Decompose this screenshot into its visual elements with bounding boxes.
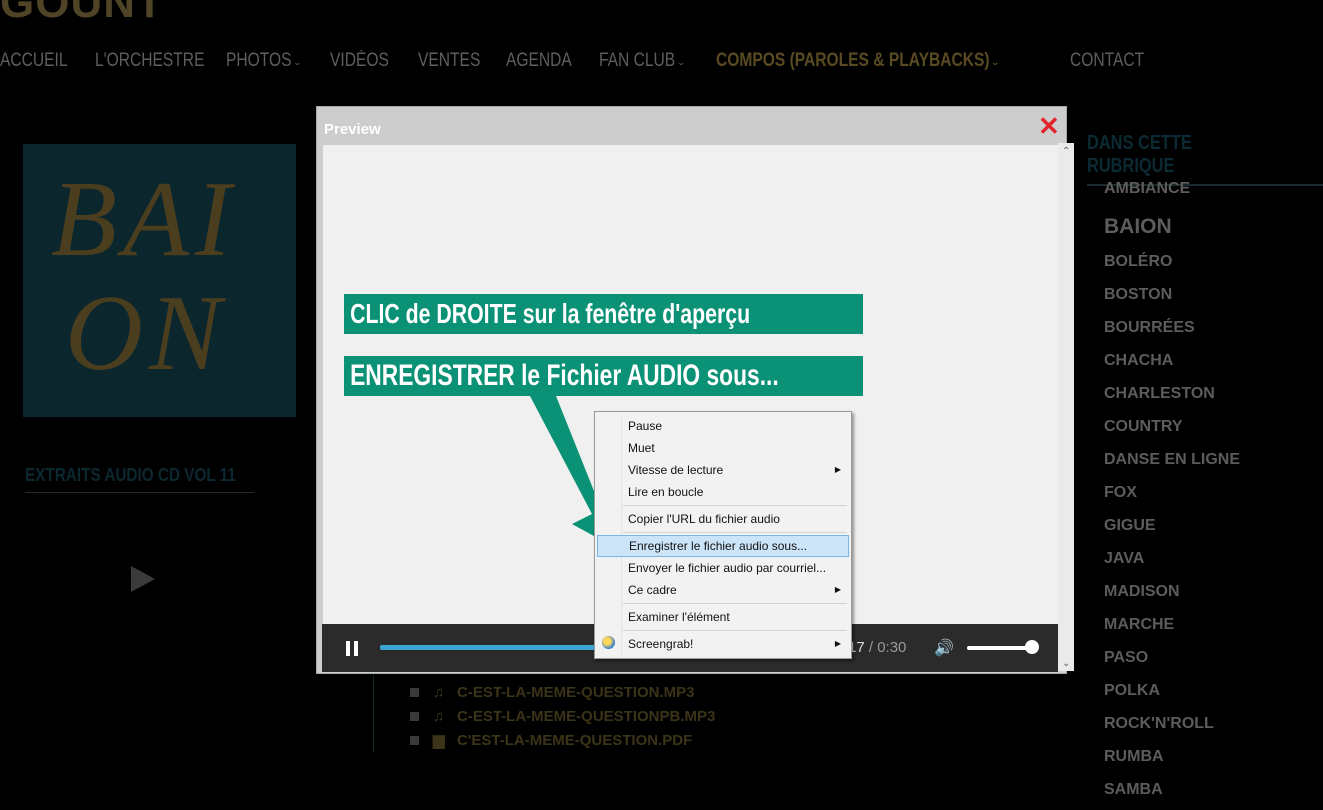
submenu-arrow-icon: ▶ <box>834 585 841 594</box>
instruction-banner-1: CLIC de DROITE sur la fenêtre d'aperçu <box>344 294 863 334</box>
nav-item-agenda[interactable]: AGENDA <box>506 50 572 72</box>
category-item[interactable]: FOX <box>1104 480 1240 513</box>
menu-item-inspect[interactable]: Examiner l'élément <box>595 606 851 628</box>
category-item[interactable]: BOLÉRO <box>1104 249 1240 282</box>
album-cover: BAI ON <box>23 144 296 417</box>
scrollbar[interactable]: ⌃ ⌄ <box>1058 143 1074 671</box>
submenu-arrow-icon: ▶ <box>834 639 841 648</box>
list-item[interactable]: ♫ C-EST-LA-MEME-QUESTION.MP3 <box>410 680 715 704</box>
progress-bar[interactable] <box>380 645 595 650</box>
menu-item-screengrab[interactable]: Screengrab! ▶ <box>595 633 851 655</box>
chevron-down-icon: ⌄ <box>293 57 302 67</box>
play-icon[interactable] <box>131 566 155 592</box>
category-item[interactable]: SAMBA <box>1104 777 1240 810</box>
nav-item-videos[interactable]: VIDÉOS <box>330 50 389 72</box>
category-item[interactable]: COUNTRY <box>1104 414 1240 447</box>
modal-title: Preview <box>324 121 381 138</box>
nav-item-contact[interactable]: CONTACT <box>1070 50 1144 72</box>
music-note-icon: ♫ <box>433 683 445 701</box>
file-link[interactable]: C'EST-LA-MEME-QUESTION.PDF <box>457 732 692 749</box>
site-logo[interactable]: GOUNT <box>0 0 164 28</box>
category-item[interactable]: PASO <box>1104 645 1240 678</box>
nav-item-fan-club[interactable]: FAN CLUB ⌄ <box>599 50 685 72</box>
category-item[interactable]: MARCHE <box>1104 612 1240 645</box>
category-item[interactable]: DANSE EN LIGNE <box>1104 447 1240 480</box>
time-display: 17 / 0:30 <box>848 639 906 656</box>
context-menu: Pause Muet Vitesse de lecture ▶ Lire en b… <box>594 411 852 659</box>
menu-separator <box>623 630 847 631</box>
close-icon[interactable]: ✕ <box>1038 113 1060 139</box>
category-item[interactable]: AMBIANCE <box>1104 176 1240 209</box>
menu-item-pause[interactable]: Pause <box>595 415 851 437</box>
nav-item-ventes[interactable]: VENTES <box>418 50 480 72</box>
file-list: ♫ C-EST-LA-MEME-QUESTION.MP3 ♫ C-EST-LA-… <box>410 680 715 752</box>
time-separator: / <box>864 639 878 656</box>
category-item[interactable]: JAVA <box>1104 546 1240 579</box>
menu-item-this-frame[interactable]: Ce cadre ▶ <box>595 579 851 601</box>
chevron-down-icon[interactable]: ⌄ <box>1062 658 1070 669</box>
nav-item-orchestre[interactable]: L'ORCHESTRE <box>95 50 204 72</box>
menu-item-email-audio[interactable]: Envoyer le fichier audio par courriel... <box>595 557 851 579</box>
file-link[interactable]: C-EST-LA-MEME-QUESTIONPB.MP3 <box>457 708 715 725</box>
volume-slider[interactable] <box>967 646 1030 650</box>
category-list: AMBIANCE BAION BOLÉRO BOSTON BOURRÉES CH… <box>1104 176 1240 810</box>
category-item[interactable]: ROCK'N'ROLL <box>1104 711 1240 744</box>
pause-icon[interactable] <box>346 641 359 656</box>
instruction-banner-2: ENREGISTRER le Fichier AUDIO sous... <box>344 356 863 396</box>
category-item[interactable]: CHARLESTON <box>1104 381 1240 414</box>
list-item[interactable]: ♫ C-EST-LA-MEME-QUESTIONPB.MP3 <box>410 704 715 728</box>
menu-item-loop[interactable]: Lire en boucle <box>595 481 851 503</box>
nav-item-accueil[interactable]: ACCUEIL <box>0 50 68 72</box>
audio-extracts-title: EXTRAITS AUDIO CD VOL 11 <box>25 465 255 493</box>
list-item[interactable]: ▆ C'EST-LA-MEME-QUESTION.PDF <box>410 728 715 752</box>
music-note-icon: ♫ <box>433 707 445 725</box>
category-item[interactable]: BOSTON <box>1104 282 1240 315</box>
bullet-icon <box>410 735 419 745</box>
pdf-icon: ▆ <box>433 732 445 749</box>
volume-icon[interactable]: 🔊 <box>934 638 954 658</box>
category-item-active[interactable]: BAION <box>1104 209 1240 249</box>
menu-separator <box>623 603 847 604</box>
category-item[interactable]: MADISON <box>1104 579 1240 612</box>
menu-item-playback-speed[interactable]: Vitesse de lecture ▶ <box>595 459 851 481</box>
nav-item-compos[interactable]: COMPOS (PAROLES & PLAYBACKS) ⌄ <box>716 50 999 72</box>
chevron-down-icon: ⌄ <box>991 57 1000 67</box>
category-item[interactable]: RUMBA <box>1104 744 1240 777</box>
total-time: 0:30 <box>877 639 907 656</box>
menu-separator <box>623 505 847 506</box>
category-item[interactable]: CHACHA <box>1104 348 1240 381</box>
bullet-icon <box>410 687 419 697</box>
volume-knob[interactable] <box>1025 640 1039 654</box>
menu-item-save-audio[interactable]: Enregistrer le fichier audio sous... <box>597 535 849 557</box>
album-title-line2: ON <box>65 274 228 393</box>
divider <box>373 672 374 752</box>
category-item[interactable]: GIGUE <box>1104 513 1240 546</box>
chevron-up-icon[interactable]: ⌃ <box>1062 146 1070 157</box>
bullet-icon <box>410 711 419 721</box>
category-item[interactable]: BOURRÉES <box>1104 315 1240 348</box>
menu-item-copy-url[interactable]: Copier l'URL du fichier audio <box>595 508 851 530</box>
file-link[interactable]: C-EST-LA-MEME-QUESTION.MP3 <box>457 684 695 701</box>
nav-item-photos[interactable]: PHOTOS ⌄ <box>226 50 301 72</box>
menu-separator <box>623 532 847 533</box>
album-title-line1: BAI <box>51 160 237 279</box>
submenu-arrow-icon: ▶ <box>834 465 841 474</box>
chevron-down-icon: ⌄ <box>676 57 686 67</box>
menu-item-mute[interactable]: Muet <box>595 437 851 459</box>
screengrab-icon <box>602 636 615 649</box>
category-item[interactable]: POLKA <box>1104 678 1240 711</box>
